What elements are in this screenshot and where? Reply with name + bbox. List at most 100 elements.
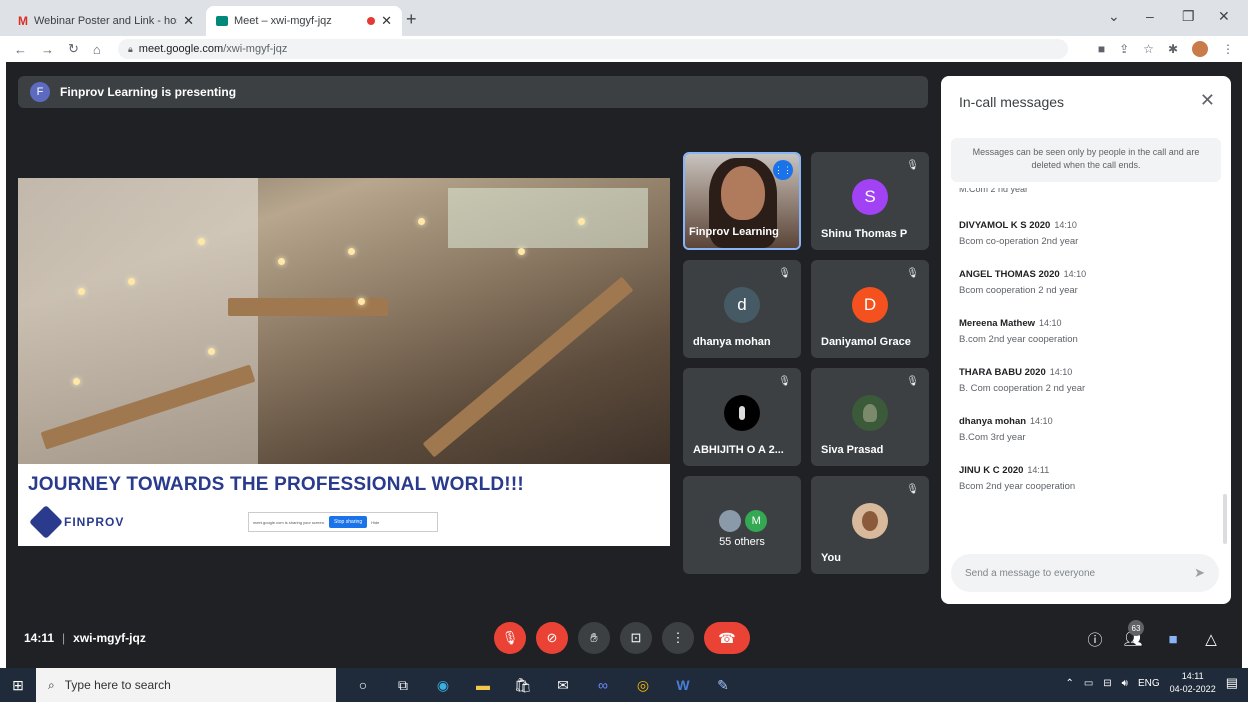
presentation-slide[interactable]: JOURNEY TOWARDS THE PROFESSIONAL WORLD!!… bbox=[18, 178, 670, 546]
more-options-button[interactable]: ⋮ bbox=[662, 622, 694, 654]
participant-name: 55 others bbox=[719, 536, 765, 548]
home-icon[interactable]: ⌂ bbox=[93, 42, 101, 57]
search-placeholder: Type here to search bbox=[64, 678, 171, 692]
participant-tile-daniyamol[interactable]: 🎙︎ D Daniyamol Grace bbox=[811, 260, 929, 358]
message-item: THARA BABU 2020 14:10 B. Com cooperation … bbox=[959, 367, 1221, 394]
meeting-controls-bar: 14:11 | xwi-mgyf-jqz 🎙︎ ⊘ ✋︎ ⊡ ⋮ ☎︎ ⓘ 👥︎… bbox=[6, 618, 1242, 668]
message-text: M.Com 2 nd year bbox=[959, 188, 1029, 194]
chrome-icon[interactable]: ◎ bbox=[634, 676, 652, 694]
forward-icon[interactable]: → bbox=[41, 42, 54, 57]
participant-tile-dhanya[interactable]: 🎙︎ d dhanya mohan bbox=[683, 260, 801, 358]
url-field[interactable]: 🔒︎ meet.google.com/xwi-mgyf-jqz bbox=[118, 39, 1068, 59]
windows-start-icon[interactable]: ⊞ bbox=[0, 677, 36, 694]
finprov-logo: FINPROV bbox=[29, 505, 124, 539]
edge-icon[interactable]: ◉ bbox=[434, 676, 452, 694]
info-icon[interactable]: ⓘ bbox=[1084, 628, 1106, 650]
minimize-icon[interactable]: – bbox=[1146, 8, 1154, 24]
tab-meet[interactable]: Meet – xwi-mgyf-jqz ✕ bbox=[206, 6, 402, 36]
avatar bbox=[852, 503, 888, 540]
mic-off-button[interactable]: 🎙︎ bbox=[494, 622, 526, 654]
participant-name: Daniyamol Grace bbox=[821, 336, 911, 348]
bookmark-star-icon[interactable]: ☆ bbox=[1143, 42, 1154, 56]
maximize-icon[interactable]: ❐ bbox=[1182, 8, 1195, 25]
camera-off-button[interactable]: ⊘ bbox=[536, 622, 568, 654]
back-icon[interactable]: ← bbox=[14, 42, 27, 57]
language-indicator[interactable]: ENG bbox=[1138, 678, 1160, 689]
mail-icon[interactable]: ✉ bbox=[554, 676, 572, 694]
volume-icon[interactable]: 🔊︎ bbox=[1122, 678, 1128, 689]
file-explorer-icon[interactable]: ▬ bbox=[474, 676, 492, 694]
profile-avatar[interactable] bbox=[1192, 41, 1208, 57]
message-sender: ANGEL THOMAS 2020 bbox=[959, 269, 1060, 280]
taskbar-clock[interactable]: 14:11 04-02-2022 bbox=[1170, 670, 1216, 696]
presenter-avatar: F bbox=[30, 82, 50, 102]
word-icon[interactable]: W bbox=[674, 676, 692, 694]
message-item: Mereena Mathew 14:10 B.com 2nd year coope… bbox=[959, 318, 1221, 345]
message-list[interactable]: M.Com 2 nd year DIVYAMOL K S 2020 14:10 B… bbox=[959, 188, 1221, 568]
message-sender: THARA BABU 2020 bbox=[959, 367, 1046, 378]
extensions-icon[interactable]: ✱ bbox=[1168, 42, 1178, 56]
menu-icon[interactable]: ⋮ bbox=[1222, 42, 1234, 56]
message-placeholder: Send a message to everyone bbox=[965, 567, 1096, 579]
notifications-icon[interactable]: ▤ bbox=[1226, 675, 1238, 691]
store-icon[interactable]: 🛍︎ bbox=[514, 676, 532, 694]
close-tab-icon[interactable]: ✕ bbox=[381, 13, 392, 29]
mic-off-icon: 🎙︎ bbox=[906, 484, 919, 495]
mic-off-icon: 🎙︎ bbox=[501, 630, 519, 645]
raise-hand-button[interactable]: ✋︎ bbox=[578, 622, 610, 654]
windows-taskbar: ⊞ ⌕ Type here to search ○ ⧉ ◉ ▬ 🛍︎ ✉ ∞ ◎… bbox=[0, 668, 1248, 702]
battery-icon[interactable]: ▭ bbox=[1084, 678, 1093, 689]
participant-tile-finprov[interactable]: ⋮⋮ Finprov Learning bbox=[683, 152, 801, 250]
share-text: meet.google.com is sharing your screen. bbox=[253, 519, 326, 525]
participant-tile-abhijith[interactable]: 🎙︎ ABHIJITH O A 2... bbox=[683, 368, 801, 466]
message-time: 14:10 bbox=[1054, 220, 1077, 230]
message-sender: dhanya mohan bbox=[959, 416, 1027, 427]
participant-name: ABHIJITH O A 2... bbox=[693, 444, 784, 456]
close-tab-icon[interactable]: ✕ bbox=[183, 13, 194, 29]
network-icon[interactable]: ⊟ bbox=[1103, 678, 1111, 689]
task-view-icon[interactable]: ⧉ bbox=[394, 676, 412, 694]
reload-icon[interactable]: ↻ bbox=[68, 41, 79, 57]
tab-search-icon[interactable]: ⌄ bbox=[1108, 8, 1120, 25]
people-icon[interactable]: 👥︎ 63 bbox=[1122, 620, 1144, 650]
tab-webinar-poster[interactable]: M Webinar Poster and Link - hosani ✕ bbox=[8, 6, 204, 36]
participant-name: Shinu Thomas P bbox=[821, 228, 908, 240]
stop-sharing-button[interactable]: Stop sharing bbox=[329, 516, 368, 528]
participant-tile-shinu[interactable]: 🎙︎ S Shinu Thomas P bbox=[811, 152, 929, 250]
avatar: D bbox=[852, 287, 888, 324]
leave-call-button[interactable]: ☎︎ bbox=[704, 622, 750, 654]
close-window-icon[interactable]: ✕ bbox=[1218, 8, 1230, 25]
presenting-text: Finprov Learning is presenting bbox=[60, 85, 237, 99]
slide-title: JOURNEY TOWARDS THE PROFESSIONAL WORLD!!… bbox=[28, 474, 524, 495]
meeting-info: 14:11 | xwi-mgyf-jqz bbox=[24, 631, 146, 645]
send-icon[interactable]: ➤ bbox=[1194, 565, 1205, 581]
participant-tile-siva[interactable]: 🎙︎ Siva Prasad bbox=[811, 368, 929, 466]
camera-off-icon: ⊘ bbox=[546, 630, 558, 645]
participant-tile-others[interactable]: M 55 others bbox=[683, 476, 801, 574]
chat-icon[interactable]: ■ bbox=[1162, 628, 1184, 650]
hide-button[interactable]: Hide bbox=[371, 520, 379, 525]
taskbar-search[interactable]: ⌕ Type here to search bbox=[36, 668, 336, 702]
meet-icon bbox=[216, 16, 228, 26]
new-tab-icon[interactable]: + bbox=[406, 9, 417, 30]
app-icon[interactable]: ∞ bbox=[594, 676, 612, 694]
present-button[interactable]: ⊡ bbox=[620, 622, 652, 654]
message-time: 14:10 bbox=[1049, 367, 1073, 377]
activities-icon[interactable]: △ bbox=[1200, 628, 1222, 650]
message-text: B.com 2nd year cooperation bbox=[959, 334, 1078, 345]
chat-notice: Messages can be seen only by people in t… bbox=[951, 138, 1221, 182]
cortana-icon[interactable]: ○ bbox=[354, 676, 372, 694]
message-input[interactable]: Send a message to everyone ➤ bbox=[951, 554, 1219, 592]
chat-scrollbar[interactable] bbox=[1223, 494, 1227, 544]
message-sender: DIVYAMOL K S 2020 bbox=[959, 220, 1051, 231]
mic-off-icon: 🎙︎ bbox=[906, 268, 919, 279]
share-icon[interactable]: ⇪ bbox=[1119, 42, 1129, 56]
message-text: B.Com 3rd year bbox=[959, 432, 1026, 443]
show-hidden-icon[interactable]: ⌃ bbox=[1065, 678, 1073, 689]
meet-window: F Finprov Learning is presenting JOURNEY… bbox=[6, 62, 1242, 668]
camera-icon[interactable]: ■ bbox=[1098, 42, 1105, 56]
message-time: 14:11 bbox=[1027, 465, 1050, 475]
close-icon[interactable]: ✕ bbox=[1200, 90, 1215, 111]
paint-icon[interactable]: ✎ bbox=[714, 676, 732, 694]
participant-tile-you[interactable]: 🎙︎ You bbox=[811, 476, 929, 574]
